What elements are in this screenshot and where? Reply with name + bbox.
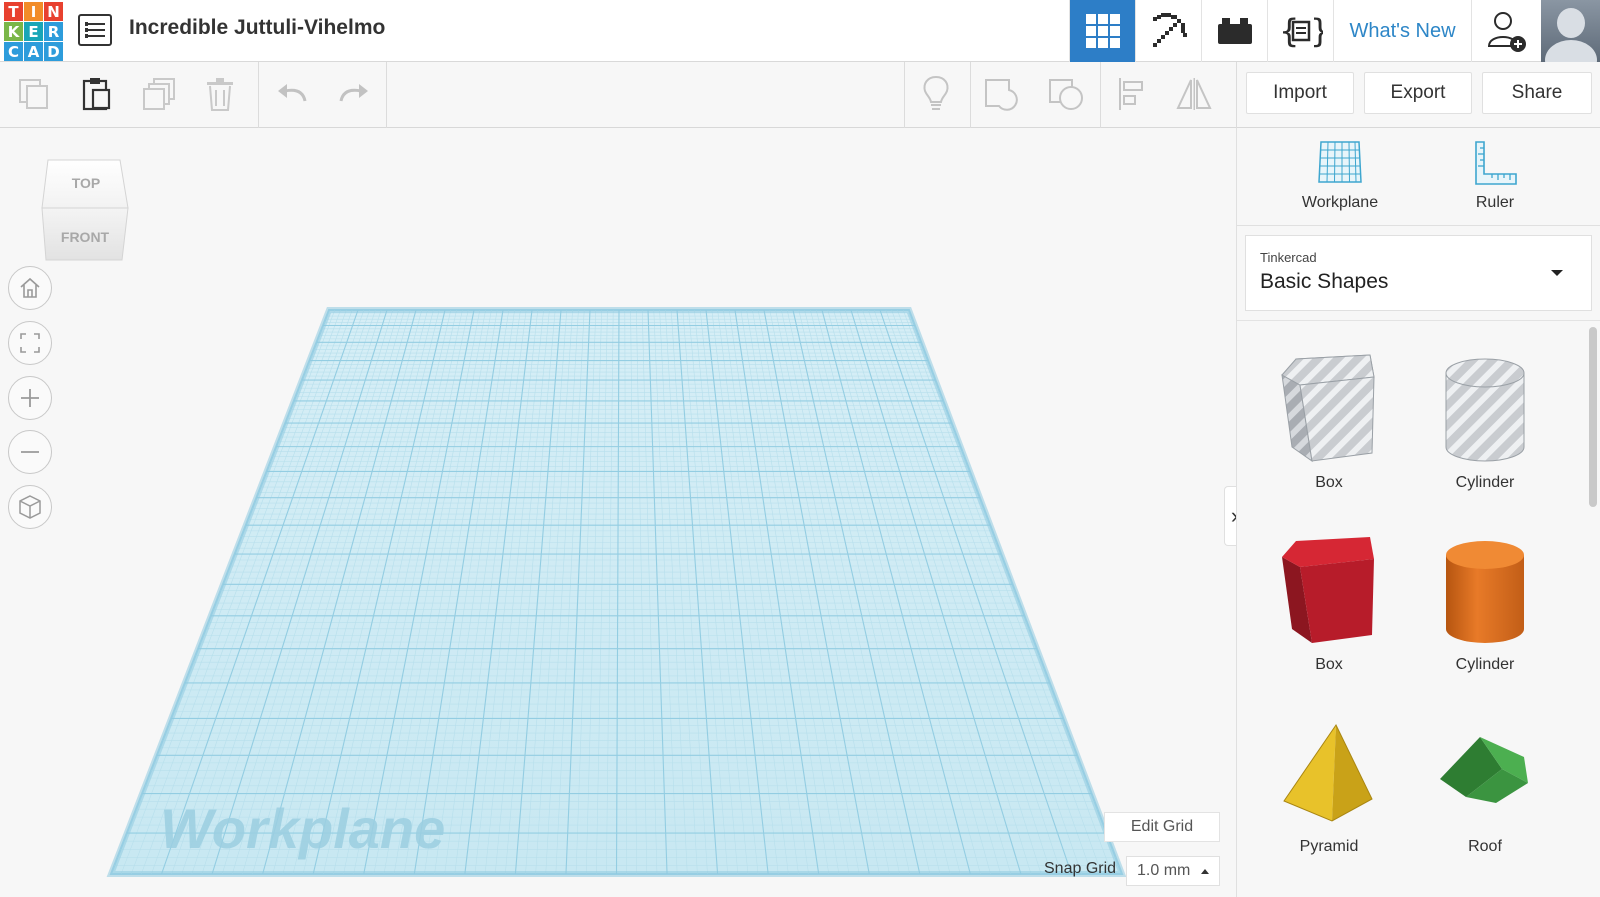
edit-toolbar: Import Export Share [0,62,1600,128]
logo-letter: E [24,22,43,41]
pickaxe-icon [1152,13,1187,47]
copy-icon [19,79,48,109]
undo-button[interactable] [272,74,312,114]
workplane-watermark: Workplane [160,797,445,860]
shape-item-box-hole[interactable]: Box [1254,349,1404,519]
grid-icon [1085,14,1120,48]
shape-label: Roof [1468,838,1502,855]
box-hole-icon [1281,354,1375,463]
shape-label: Box [1315,656,1343,673]
mirror-icon [1176,78,1212,110]
shape-item-pyramid[interactable]: Pyramid [1254,713,1404,883]
workplane-grid[interactable]: Workplane [0,128,1236,897]
svg-text:}: } [1310,12,1323,50]
workplane-tool-button[interactable]: Workplane [1280,138,1400,218]
shapes-panel: Workplane Ruler Tinkercad Basic Shapes B… [1236,128,1600,897]
share-button[interactable]: Share [1482,72,1592,114]
bricks-view-button[interactable] [1201,0,1267,62]
paste-button[interactable] [76,74,116,114]
codeblocks-icon: { } [1279,12,1323,50]
trash-icon [207,78,233,111]
roof-icon [1440,737,1528,803]
import-button[interactable]: Import [1246,72,1354,114]
pyramid-icon [1283,724,1373,822]
shape-item-cylinder-hole[interactable]: Cylinder [1410,349,1560,519]
edit-grid-button[interactable]: Edit Grid [1104,812,1220,842]
logo-letter: I [24,2,43,21]
svg-text:{: { [1279,12,1299,50]
logo-letter: C [4,42,23,61]
copy-button[interactable] [14,74,54,114]
box-icon [1282,537,1374,643]
design-list-button[interactable] [78,14,112,46]
export-button[interactable]: Export [1364,72,1472,114]
snap-grid-select[interactable]: 1.0 mm [1126,856,1220,886]
align-button[interactable] [1112,74,1152,114]
invite-user-button[interactable] [1471,0,1541,62]
caret-up-icon [1201,869,1209,874]
logo-letter: N [44,2,63,21]
group-icon [985,79,1018,111]
tinkercad-logo[interactable]: T I N K E R C A D [2,0,64,62]
shape-item-box[interactable]: Box [1254,531,1404,701]
logo-letter: A [24,42,43,61]
paste-icon [82,78,111,111]
ruler-tool-label: Ruler [1475,194,1515,211]
logo-letter: R [44,22,63,41]
duplicate-button[interactable] [140,74,180,114]
logo-letter: D [44,42,63,61]
cylinder-hole-icon [1445,358,1525,462]
collapse-panel-button[interactable]: › [1224,486,1236,546]
workplane-icon [1318,141,1362,183]
logo-letter: K [4,22,23,41]
top-header: T I N K E R C A D Incredible Juttuli-Vih… [0,0,1600,62]
cylinder-icon [1446,541,1524,643]
shape-label: Box [1315,474,1343,491]
ruler-tool-button[interactable]: Ruler [1435,138,1555,218]
align-icon [1119,78,1143,110]
duplicate-icon [143,78,175,110]
ungroup-button[interactable] [1046,74,1086,114]
shape-grid: Box Cylinder Box Cylinder Pyramid Roof [1237,320,1600,897]
library-source: Tinkercad [1260,250,1317,265]
shape-item-roof[interactable]: Roof [1410,713,1560,883]
add-user-icon [1487,12,1526,52]
group-button[interactable] [982,74,1022,114]
shape-library-select[interactable]: Tinkercad Basic Shapes [1245,235,1592,311]
library-name: Basic Shapes [1260,270,1389,293]
shape-label: Cylinder [1455,656,1515,673]
brick-icon [1217,18,1252,44]
user-avatar[interactable] [1541,0,1600,62]
redo-icon [339,84,368,102]
notes-button[interactable] [916,74,956,114]
minecraft-view-button[interactable] [1135,0,1201,62]
shape-item-cylinder[interactable]: Cylinder [1410,531,1560,701]
whats-new-link[interactable]: What's New [1333,0,1471,62]
design-title[interactable]: Incredible Juttuli-Vihelmo [129,16,385,40]
workplane-tool-label: Workplane [1301,194,1379,211]
panel-scrollbar[interactable] [1589,327,1597,507]
shape-label: Cylinder [1455,474,1515,491]
mirror-button[interactable] [1174,74,1214,114]
delete-button[interactable] [200,74,240,114]
lightbulb-icon [923,75,949,110]
logo-letter: T [4,2,23,21]
ruler-icon [1475,141,1517,185]
redo-button[interactable] [334,74,374,114]
caret-down-icon [1551,270,1563,276]
snap-grid-label: Snap Grid [1044,860,1117,877]
shape-label: Pyramid [1299,838,1359,855]
3d-viewport[interactable]: TOP FRONT Workplane Edit Grid Snap Grid … [0,128,1236,897]
snap-grid-value: 1.0 mm [1137,862,1191,879]
ungroup-icon [1049,79,1083,110]
codeblocks-view-button[interactable]: { } [1267,0,1333,62]
undo-icon [278,84,307,102]
panel-tools: Workplane Ruler [1237,128,1600,226]
3d-design-view-button[interactable] [1069,0,1135,62]
